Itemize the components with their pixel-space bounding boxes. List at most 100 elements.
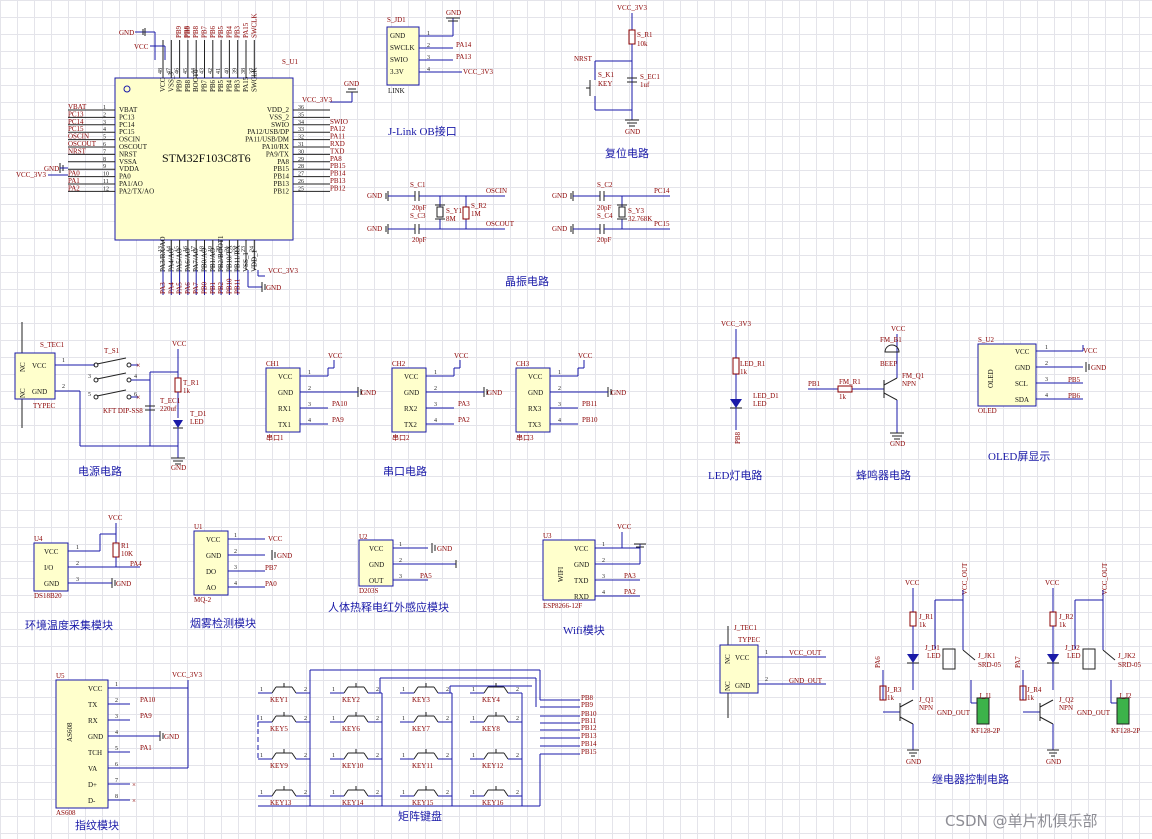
serial-num-0-2: 3 — [308, 402, 311, 408]
xtal-cv4: 20pF — [597, 236, 612, 244]
mcu-pin-num-15: 15 — [175, 246, 181, 252]
power-vcc-pin: VCC — [32, 362, 47, 370]
buzzer-block: VCC FM_B1 BEEP PB1 FM_R1 1k FM_Q1 NPN GN… — [808, 325, 925, 482]
temp-pin-1: I/O — [44, 564, 53, 572]
mcu-pin-num-24: 24 — [249, 246, 255, 252]
mcu-bottom-gnd: GND — [266, 284, 281, 292]
title-power: 电源电路 — [78, 464, 122, 478]
finger-pin-0: VCC — [88, 685, 103, 693]
serial-num-1-2: 3 — [434, 402, 437, 408]
led-net: PB8 — [734, 431, 742, 444]
serial-ref-0: CH1 — [266, 360, 280, 368]
relay-gnd-1: GND — [1046, 758, 1061, 766]
wifi-vcc: VCC — [617, 523, 632, 531]
xtal-cv3: 20pF — [412, 236, 427, 244]
temp-block: U4 VCC 1 I/O 2 GND 3 GND DS18B20 VCC R1 10K PA… — [25, 514, 142, 632]
mcu-pin-23: VSS_1 — [242, 252, 250, 272]
oled-pin-gnd: GND — [1015, 364, 1030, 372]
jlink-pin-gnd: GND — [390, 32, 405, 40]
xtal-r2: S_R2 — [471, 202, 487, 210]
net-top-pb8: PB8 — [183, 25, 191, 38]
key-pin2-15: 2 — [516, 790, 519, 796]
mcu-pin-num-29: 29 — [298, 157, 304, 163]
mcu-pin-num-36: 36 — [298, 105, 304, 111]
mcu-ref: S_U1 — [282, 58, 298, 66]
buzzer-qv: NPN — [902, 380, 916, 388]
reset-kv: KEY — [598, 80, 612, 88]
temp-vcc: VCC — [108, 514, 123, 522]
jlink-block: S_JD1 GND 1 SWCLK 2 PA14 SWIO 3 PA13 3.3V 4 VCC_3V… — [386, 9, 493, 138]
smoke-num-2: 3 — [234, 565, 237, 571]
net-nrst: NRST — [68, 147, 87, 155]
net-bottom-2: PA5 — [176, 282, 184, 294]
reset-gnd: GND — [625, 128, 640, 136]
relay-q-0: J_Q1 — [919, 696, 934, 704]
power-n4: 4 — [134, 374, 137, 380]
finger-pin-1: TX — [88, 701, 97, 709]
mcu-pin-num-8: 8 — [103, 157, 106, 163]
out-ref: J_TEC1 — [734, 624, 757, 632]
key-key3: KEY3 — [412, 696, 430, 704]
relay-rv3-0: 1k — [887, 694, 895, 702]
key-pin2-2: 2 — [446, 687, 449, 693]
power-d: T_D1 — [190, 410, 207, 418]
mcu-pin-num-16: 16 — [183, 246, 189, 252]
wifi-net-txd: PA3 — [624, 572, 636, 580]
mcu-pin-num-45: 45 — [183, 68, 189, 74]
smoke-pin-0: VCC — [206, 536, 221, 544]
wifi-block: U3 WIFI VCC 1 GND 2 TXD 3 RXD 4 PA3 PA2 ESP8266-1… — [542, 523, 646, 637]
wifi-pin-1: GND — [574, 561, 589, 569]
oled-num-3: 4 — [1045, 393, 1048, 399]
serial-gnd-2: GND — [611, 389, 626, 397]
net-top-6: PB6 — [209, 25, 217, 38]
pir-gnd: GND — [437, 545, 452, 553]
led-vcc: VCC_3V3 — [721, 320, 751, 328]
finger-num-7: 8 — [115, 794, 118, 800]
mcu-pin-40: PB4 — [225, 79, 233, 92]
finger-net-rx: PA9 — [140, 712, 152, 720]
serial-num-1-1: 2 — [434, 386, 437, 392]
mcu-part: STM32F103C8T6 — [162, 151, 251, 165]
svg-text:×: × — [136, 393, 141, 402]
xtal-c2: S_C2 — [597, 181, 613, 189]
serial-pin-0-3: TX1 — [278, 421, 291, 429]
serial-block: CH1 VCC 1 GND 2 RX1 3 TX1 4 VCC GND PA10 PA9 串口1 CH2 VC… — [265, 352, 626, 442]
led-rv: 1k — [740, 368, 748, 376]
wifi-pin-2: TXD — [574, 577, 588, 585]
mcu-pin-num-20: 20 — [216, 246, 222, 252]
finger-num-6: 7 — [115, 778, 118, 784]
xtal-gnd1: GND — [367, 192, 382, 200]
xtal-c3: S_C3 — [410, 212, 426, 220]
mcu-block: S_U1 STM32F103C8T6 VBAT1VBATPC132PC13PC1… — [16, 14, 359, 295]
out-block: J_TEC1 TYPEC VCC GND NC NC 1 2 VCC_OUT GN… — [719, 624, 826, 718]
relay-vout-0: VCC_OUT — [961, 562, 969, 595]
serial-pin-2-0: VCC — [528, 373, 543, 381]
pir-pin-0: VCC — [369, 545, 384, 553]
relay-rv3-1: 1k — [1027, 694, 1035, 702]
serial-num-1-0: 1 — [434, 370, 437, 376]
net-top-pb9: PB9 — [175, 25, 183, 38]
key-pin2-8: 2 — [304, 753, 307, 759]
temp-num-2: 3 — [76, 577, 79, 583]
power-dv: LED — [190, 418, 204, 426]
mcu-pin-num-30: 30 — [298, 149, 304, 155]
wifi-num-3: 4 — [602, 590, 605, 596]
oled-num-1: 2 — [1045, 361, 1048, 367]
temp-ref: U4 — [34, 535, 43, 543]
serial-num-0-0: 1 — [308, 370, 311, 376]
serial-ref-1: CH2 — [392, 360, 406, 368]
serial-net-rx-2: PB11 — [582, 400, 598, 408]
svg-text:2: 2 — [765, 677, 768, 683]
xtal-c1: S_C1 — [410, 181, 426, 189]
serial-name-0: 串口1 — [266, 434, 284, 442]
xtal-r2v: 1M — [471, 210, 482, 218]
net-top-4: PB8 — [192, 25, 200, 38]
led-block: VCC_3V3 LED_R1 1k LED_D1 LED PB8 LED灯电路 — [708, 320, 779, 482]
finger-body — [55, 679, 109, 809]
mcu-pin-num-44: 44 — [191, 68, 197, 74]
svg-text:×: × — [136, 361, 141, 370]
mcu-pin-num-23: 23 — [241, 246, 247, 252]
key-pin1-1: 1 — [332, 687, 335, 693]
net-bottom-8: PB10 — [225, 278, 233, 294]
temp-name: DS18B20 — [34, 592, 62, 600]
